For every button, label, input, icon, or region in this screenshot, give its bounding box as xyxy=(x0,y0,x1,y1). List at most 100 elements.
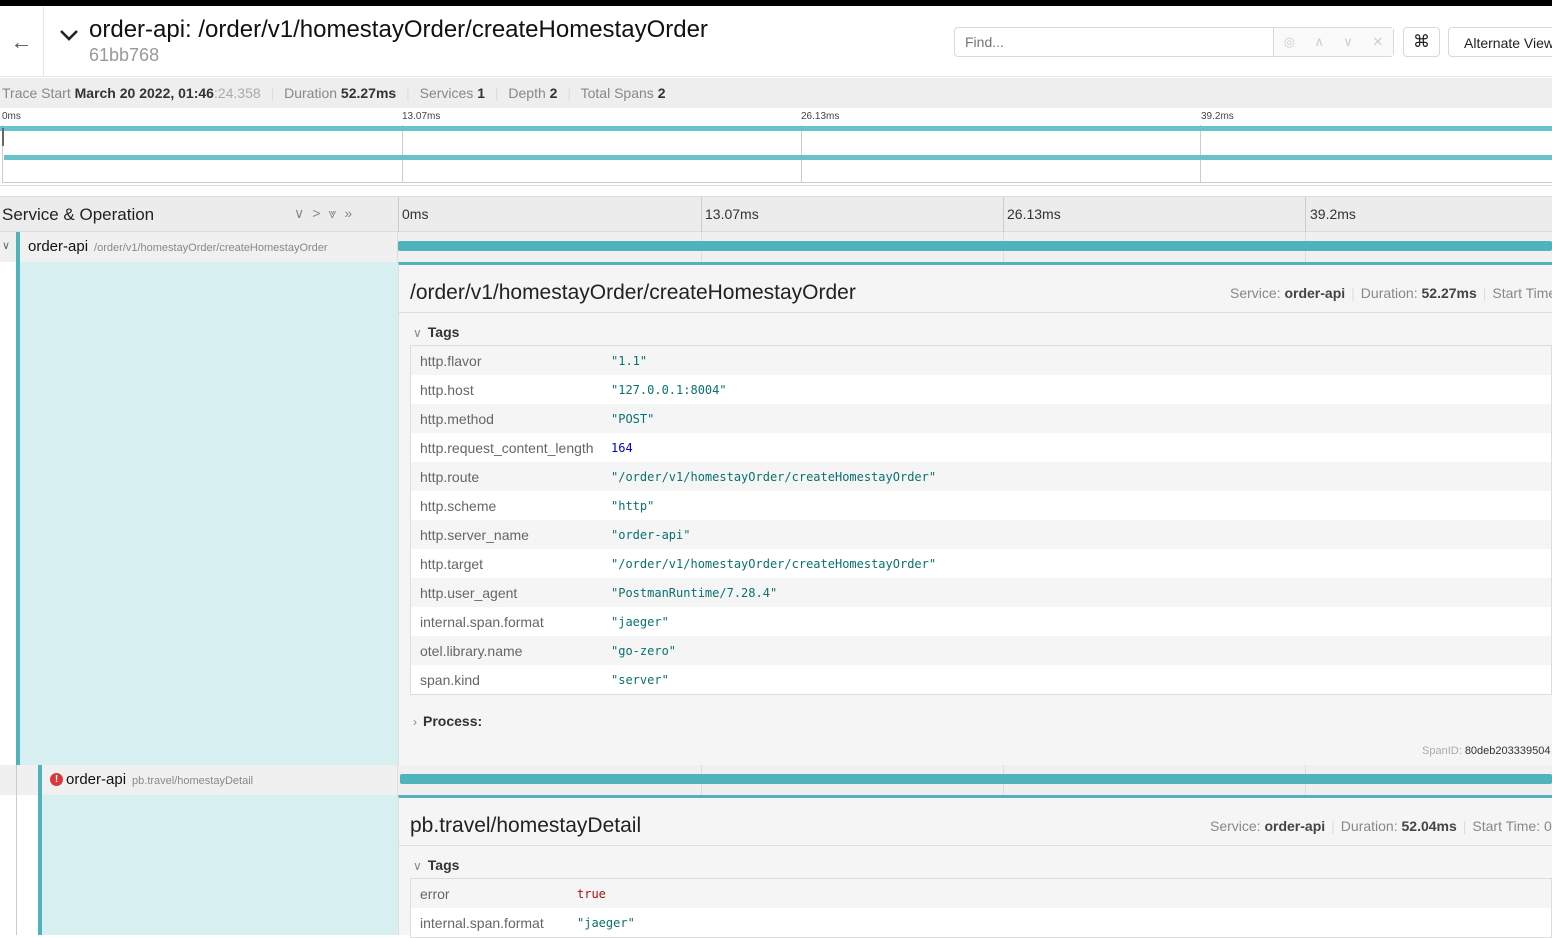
tag-row: http.host "127.0.0.1:8004" xyxy=(411,375,1551,404)
tags-table: error true internal.span.format "jaeger" xyxy=(410,878,1552,938)
process-label: Process: xyxy=(423,713,483,729)
tags-toggle[interactable]: ∨ Tags xyxy=(413,324,459,340)
service-label: Service: xyxy=(1210,818,1261,834)
span-bar[interactable] xyxy=(398,241,1552,251)
minimap-tick: 39.2ms xyxy=(1201,111,1234,122)
spanid-value: 80deb203339504 xyxy=(1464,745,1551,757)
tag-value: "1.1" xyxy=(611,353,648,368)
trace-minimap[interactable]: 0ms 13.07ms 26.13ms 39.2ms xyxy=(0,108,1552,186)
tag-key: internal.span.format xyxy=(420,613,544,630)
tag-row: http.route "/order/v1/homestayOrder/creat… xyxy=(411,462,1551,491)
expand-one-icon[interactable]: > xyxy=(312,205,328,221)
tags-label: Tags xyxy=(427,857,460,873)
tag-row: span.kind "server" xyxy=(411,665,1551,694)
span-detail: pb.travel/homestayDetail Service: order-… xyxy=(0,795,1552,938)
span-operation: /order/v1/homestayOrder/createHomestayOr… xyxy=(94,242,328,254)
service-value: order-api xyxy=(1264,818,1326,834)
chevron-down-icon: ∨ xyxy=(413,859,422,873)
minimap-span-bar xyxy=(0,126,1552,131)
tags-toggle[interactable]: ∨ Tags xyxy=(413,857,459,873)
clear-icon[interactable]: ✕ xyxy=(1372,34,1383,50)
tag-row: http.server_name "order-api" xyxy=(411,520,1551,549)
tag-key: http.route xyxy=(420,468,480,485)
services: 1 xyxy=(477,85,485,101)
duration-label: Duration: xyxy=(1360,285,1418,301)
tag-value: "127.0.0.1:8004" xyxy=(611,382,727,397)
tag-key: http.target xyxy=(420,555,484,572)
tag-value: "jaeger" xyxy=(611,614,669,629)
trace-start-ms: :24.358 xyxy=(213,85,261,101)
tag-key: http.user_agent xyxy=(420,584,518,601)
service-operation-heading: Service & Operation xyxy=(2,205,155,224)
tag-key: http.flavor xyxy=(420,352,482,369)
timeline-header: Service & Operation ∨>⩔» 0ms 13.07ms 26.… xyxy=(0,196,1552,233)
span-detail: /order/v1/homestayOrder/createHomestayOr… xyxy=(0,262,1552,765)
span-row[interactable]: ! order-api pb.travel/homestayDetail xyxy=(0,765,1552,796)
tag-key: http.method xyxy=(420,410,494,427)
column-resizer[interactable] xyxy=(398,197,399,233)
span-operation: pb.travel/homestayDetail xyxy=(132,775,254,787)
tag-value: true xyxy=(577,886,606,901)
minimap-handle[interactable] xyxy=(2,128,4,146)
trace-start: March 20 2022, 01:46 xyxy=(74,85,214,101)
chevron-right-icon: › xyxy=(413,715,417,729)
collapse-trace-chevron-icon[interactable] xyxy=(58,24,80,52)
expand-all-icon[interactable]: » xyxy=(344,205,360,221)
tag-value: "PostmanRuntime/7.28.4" xyxy=(611,585,778,600)
timeline-tick: 0ms xyxy=(402,206,429,222)
tag-value: "/order/v1/homestayOrder/createHomestayO… xyxy=(611,556,937,571)
tags-label: Tags xyxy=(427,324,460,340)
tag-row: http.scheme "http" xyxy=(411,491,1551,520)
minimap-tick: 0ms xyxy=(2,111,21,122)
back-button[interactable]: ← xyxy=(0,6,44,77)
timeline-tick: 26.13ms xyxy=(1007,206,1061,222)
service-label: Service: xyxy=(1230,285,1281,301)
tag-key: http.request_content_length xyxy=(420,439,594,456)
timeline-tick: 13.07ms xyxy=(705,206,759,222)
trace-meta-bar: Trace Start March 20 2022, 01:46:24.358 … xyxy=(0,78,1552,108)
trace-start-label: Trace Start xyxy=(2,85,71,101)
trace-id: 61bb768 xyxy=(89,45,160,65)
duration-label: Duration: xyxy=(1340,818,1398,834)
collapse-one-icon[interactable]: ∨ xyxy=(294,205,312,221)
tag-value: 164 xyxy=(611,440,633,455)
tag-key: otel.library.name xyxy=(420,642,523,659)
tag-key: error xyxy=(420,885,450,902)
duration: 52.27ms xyxy=(340,85,397,101)
keyboard-shortcuts-button[interactable]: ⌘ xyxy=(1403,27,1440,57)
span-bar[interactable] xyxy=(400,774,1552,784)
locate-icon[interactable]: ◎ xyxy=(1284,34,1295,50)
total-spans: 2 xyxy=(657,85,666,101)
next-match-icon[interactable]: ∨ xyxy=(1343,34,1353,50)
tag-key: span.kind xyxy=(420,671,480,688)
tag-value: "POST" xyxy=(611,411,655,426)
tag-value: "/order/v1/homestayOrder/createHomestayO… xyxy=(611,469,937,484)
tag-key: http.scheme xyxy=(420,497,497,514)
duration-label: Duration xyxy=(284,85,338,101)
find-input[interactable] xyxy=(955,28,1274,56)
tags-table: http.flavor "1.1" http.host "127.0.0.1:8004… xyxy=(410,345,1552,695)
tag-row: otel.library.name "go-zero" xyxy=(411,636,1551,665)
chevron-down-icon[interactable]: ∨ xyxy=(2,239,10,252)
tag-key: http.host xyxy=(420,381,474,398)
collapse-all-icon[interactable]: ⩔ xyxy=(328,205,344,221)
total-spans-label: Total Spans xyxy=(580,85,654,101)
tag-value: "http" xyxy=(611,498,655,513)
tag-value: "server" xyxy=(611,672,669,687)
minimap-span-bar xyxy=(4,155,1552,160)
alternate-view-button[interactable]: Alternate View xyxy=(1448,27,1552,57)
span-detail-title: /order/v1/homestayOrder/createHomestayOr… xyxy=(410,281,856,304)
prev-match-icon[interactable]: ∧ xyxy=(1314,34,1324,50)
tag-value: "order-api" xyxy=(611,527,691,542)
depth: 2 xyxy=(549,85,558,101)
services-label: Services xyxy=(419,85,474,101)
trace-header: ← order-api: /order/v1/homestayOrder/cre… xyxy=(0,6,1552,77)
trace-title: order-api: /order/v1/homestayOrder/creat… xyxy=(89,16,708,43)
start-time-label: Start Time xyxy=(1492,285,1552,301)
span-row[interactable]: ∨ order-api/order/v1/homestayOrder/creat… xyxy=(0,232,1552,263)
minimap-frame xyxy=(2,125,1552,183)
process-toggle[interactable]: › Process: xyxy=(413,713,482,729)
start-time-label: Start Time: 0 xyxy=(1472,818,1552,834)
tag-row: http.user_agent "PostmanRuntime/7.28.4" xyxy=(411,578,1551,607)
tag-value: "go-zero" xyxy=(611,643,677,658)
